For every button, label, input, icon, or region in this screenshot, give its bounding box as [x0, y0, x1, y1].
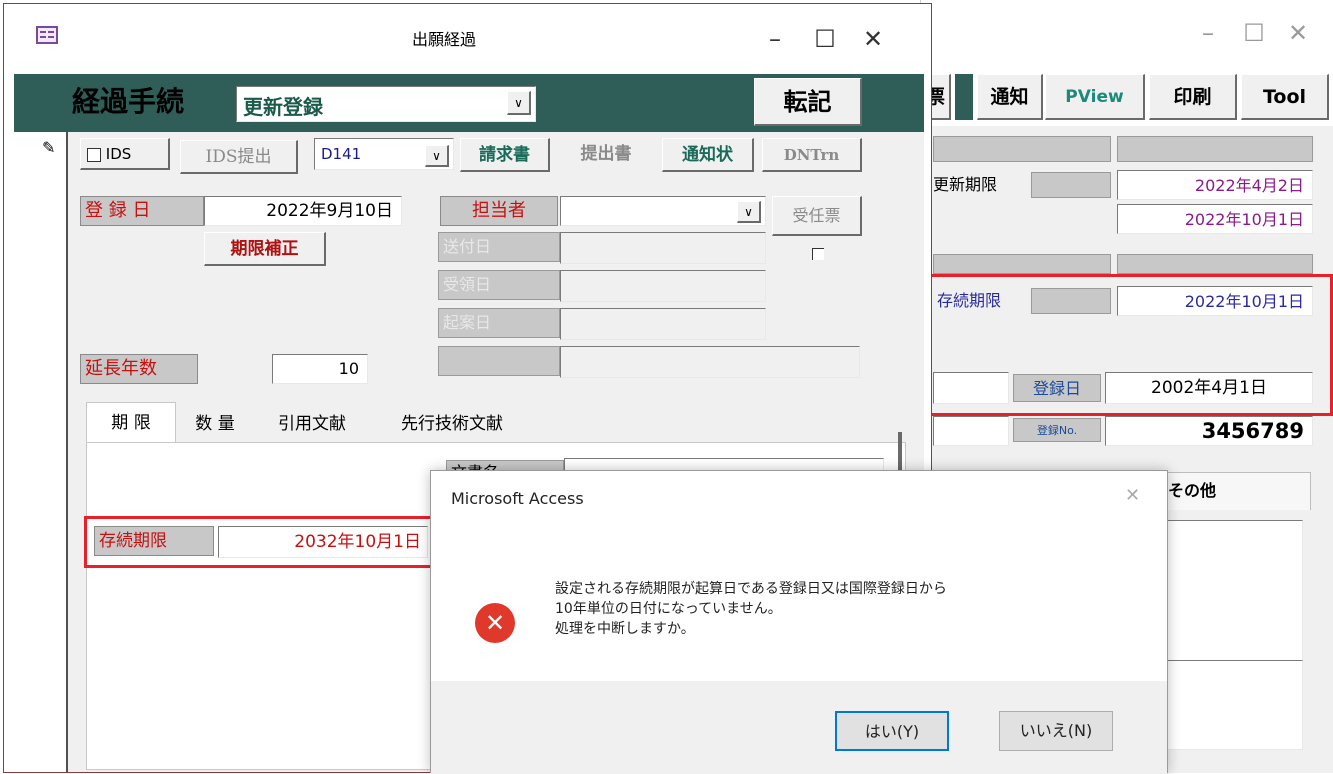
registration-date-field[interactable]: 2002年4月1日: [1105, 372, 1313, 404]
pview-button[interactable]: PView: [1045, 74, 1145, 120]
label-shade: [1031, 288, 1111, 314]
duration-label: 存続期限: [94, 526, 214, 556]
form-icon: [36, 26, 58, 44]
background-toolbar: 票 通知 PView 印刷 Tool: [921, 72, 1333, 126]
message-line: 設定される存続期限が起算日である登録日又は国際登録日から: [555, 581, 947, 597]
registration-date-label: 登 録 日: [80, 196, 204, 226]
chevron-down-icon[interactable]: ∨: [425, 145, 449, 167]
dialog-title: Microsoft Access: [451, 489, 584, 508]
main-titlebar: 出願経過 – ☐ ✕: [4, 4, 931, 72]
ids-checkbox[interactable]: IDS: [80, 138, 170, 170]
pencil-icon: ✎: [42, 138, 56, 157]
code-value: D141: [321, 145, 362, 163]
notice-letter-button[interactable]: 通知状: [662, 138, 754, 172]
chevron-down-icon[interactable]: ∨: [507, 91, 531, 115]
transcribe-button[interactable]: 転記: [754, 78, 862, 126]
ids-label: IDS: [105, 145, 132, 163]
code-combo[interactable]: D141 ∨: [314, 138, 454, 170]
label-shade: [1031, 172, 1111, 198]
minimize-icon[interactable]: –: [760, 24, 790, 54]
dntrn-button[interactable]: DNTrn: [762, 138, 862, 172]
tab-separator: [955, 74, 973, 120]
sent-date-field[interactable]: [560, 232, 766, 264]
close-icon[interactable]: ✕: [858, 24, 888, 54]
registration-date-field[interactable]: 2022年9月10日: [204, 196, 402, 226]
notice-button[interactable]: 通知: [977, 74, 1043, 120]
extension-years-label: 延長年数: [80, 354, 198, 384]
acceptance-slip-button[interactable]: 受任票: [772, 196, 862, 236]
no-button[interactable]: いいえ(N): [999, 711, 1113, 751]
tab-other[interactable]: その他: [1161, 472, 1311, 510]
deadline-correction-button[interactable]: 期限補正: [204, 232, 326, 266]
received-date-field[interactable]: [560, 270, 766, 302]
tool-button[interactable]: Tool: [1241, 74, 1329, 120]
sent-date-label: 送付日: [438, 232, 560, 262]
blank-field: [933, 254, 1111, 274]
tab-prior-art[interactable]: 先行技術文献: [372, 406, 532, 442]
ids-submit-button[interactable]: IDS提出: [180, 140, 298, 174]
acceptance-checkbox[interactable]: [812, 248, 824, 260]
yes-button[interactable]: はい(Y): [835, 711, 949, 751]
close-icon[interactable]: ✕: [1283, 18, 1313, 48]
message-line: 10年単位の日付になっていません。: [555, 601, 782, 617]
checkbox-icon[interactable]: [87, 147, 101, 162]
procedure-combo[interactable]: 更新登録 ∨: [236, 86, 536, 122]
duration-field[interactable]: 2032年10月1日: [218, 526, 428, 558]
draft-date-field[interactable]: [560, 308, 766, 340]
minimize-icon[interactable]: –: [1193, 18, 1223, 48]
tab-deadline[interactable]: 期 限: [86, 402, 176, 442]
dialog-message: 設定される存続期限が起算日である登録日又は国際登録日から 10年単位の日付になっ…: [555, 579, 1155, 639]
error-icon: ✕: [475, 603, 515, 643]
other-textarea[interactable]: [1161, 520, 1303, 670]
draft-date-label: 起案日: [438, 308, 560, 338]
person-in-charge-label: 担当者: [440, 196, 558, 226]
chevron-down-icon[interactable]: ∨: [737, 201, 761, 223]
form-header: 経過手続 更新登録 ∨ 転記: [14, 74, 924, 132]
background-titlebar: – ☐ ✕: [921, 0, 1333, 66]
print-button[interactable]: 印刷: [1149, 74, 1237, 120]
procedure-value: 更新登録: [243, 95, 323, 119]
registration-no-label: 登録No.: [1013, 418, 1101, 442]
blank-field: [1117, 254, 1313, 274]
procedure-label: 経過手続: [72, 85, 185, 118]
tab-cited-docs[interactable]: 引用文献: [254, 406, 370, 442]
record-selector[interactable]: ✎: [14, 132, 68, 772]
blank-field: [933, 136, 1111, 162]
window-title: 出願経過: [411, 30, 476, 49]
message-line: 処理を中断しますか。: [555, 621, 695, 637]
other-textarea-2[interactable]: [1161, 660, 1303, 750]
message-dialog: Microsoft Access ✕ ✕ 設定される存続期限が起算日である登録日…: [430, 470, 1168, 774]
maximize-icon[interactable]: ☐: [1239, 18, 1269, 48]
blank-field: [1117, 136, 1313, 162]
dialog-footer: はい(Y) いいえ(N): [431, 681, 1167, 774]
registration-no-field[interactable]: 3456789: [1105, 416, 1313, 446]
renewal-deadline-field-2[interactable]: 2022年10月1日: [1117, 204, 1313, 234]
person-in-charge-combo[interactable]: ∨: [560, 196, 766, 226]
blank-field: [933, 372, 1009, 404]
maximize-icon[interactable]: ☐: [810, 24, 840, 54]
tab-quantity[interactable]: 数 量: [178, 406, 252, 442]
extension-years-field[interactable]: 10: [272, 354, 368, 384]
blank-field: [933, 416, 1009, 446]
registration-date-label: 登録日: [1013, 374, 1101, 402]
submission-button[interactable]: 提出書: [558, 138, 654, 172]
duration-field[interactable]: 2022年10月1日: [1117, 286, 1313, 316]
blank-label: [438, 346, 560, 376]
received-date-label: 受領日: [438, 270, 560, 300]
renewal-deadline-field[interactable]: 2022年4月2日: [1117, 170, 1313, 200]
close-icon[interactable]: ✕: [1125, 485, 1140, 506]
blank-field[interactable]: [560, 346, 860, 378]
invoice-button[interactable]: 請求書: [460, 138, 550, 172]
